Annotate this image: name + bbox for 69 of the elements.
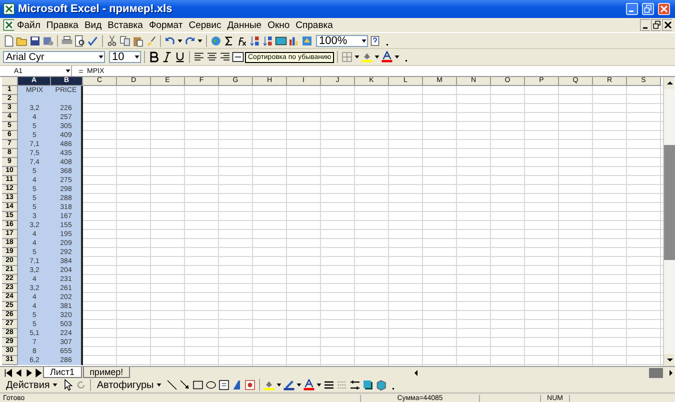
- menu-item[interactable]: Вид: [81, 20, 105, 30]
- zoom-dropdown[interactable]: 100%: [316, 34, 368, 46]
- undo-icon[interactable]: [164, 34, 176, 46]
- spreadsheet-icon: [3, 3, 15, 15]
- brush-icon[interactable]: [145, 34, 157, 46]
- restore-icon[interactable]: [651, 19, 661, 31]
- print-icon[interactable]: [61, 34, 73, 46]
- actions-button[interactable]: Действия: [3, 379, 61, 391]
- line-icon[interactable]: [166, 379, 178, 391]
- menu-item[interactable]: Окно: [264, 20, 293, 30]
- restore-icon[interactable]: [642, 3, 656, 15]
- sheet-tab[interactable]: пример!: [82, 367, 130, 378]
- font-dropdown[interactable]: Arial Cyr: [3, 51, 105, 63]
- folder-icon[interactable]: [16, 34, 28, 46]
- paste-icon[interactable]: [132, 34, 144, 46]
- help-icon[interactable]: [369, 34, 381, 46]
- align-left-icon[interactable]: [193, 51, 205, 63]
- close-icon[interactable]: [658, 3, 672, 15]
- sort-ascending-icon[interactable]: [249, 34, 261, 46]
- menu-item[interactable]: Данные: [224, 20, 265, 30]
- menu-item[interactable]: Сервис: [186, 20, 224, 30]
- menu-item[interactable]: Правка: [43, 20, 82, 30]
- new-file-icon[interactable]: [3, 34, 15, 46]
- save-icon[interactable]: [29, 34, 41, 46]
- cut-icon[interactable]: [106, 34, 118, 46]
- window-title: Microsoft Excel - пример!.xls: [18, 3, 174, 15]
- copy-icon[interactable]: [119, 34, 131, 46]
- minimize-icon[interactable]: [626, 3, 640, 15]
- fill-color-icon[interactable]: [361, 51, 374, 63]
- menu-item[interactable]: Справка: [292, 20, 336, 30]
- equals-sign: =: [78, 66, 84, 76]
- vertical-scrollbar[interactable]: [663, 77, 675, 366]
- sum-icon[interactable]: [223, 34, 235, 46]
- minimize-icon[interactable]: [640, 19, 650, 31]
- sort-descending-icon[interactable]: [262, 34, 274, 46]
- menu-item[interactable]: Файл: [14, 20, 44, 30]
- arrow-icon[interactable]: [178, 379, 191, 391]
- close-icon[interactable]: [662, 19, 672, 31]
- first-sheet-icon[interactable]: [3, 366, 12, 378]
- arrow-style-icon[interactable]: [348, 379, 361, 391]
- rectangle-icon[interactable]: [192, 379, 204, 391]
- align-right-icon[interactable]: [219, 51, 231, 63]
- line-color-icon[interactable]: [282, 379, 295, 391]
- fill-color-icon[interactable]: [262, 379, 275, 391]
- underline-icon[interactable]: [174, 51, 186, 63]
- sheet-tab[interactable]: Лист1: [43, 367, 82, 378]
- spelling-icon[interactable]: [87, 34, 99, 46]
- bold-icon[interactable]: [148, 51, 160, 63]
- menu-item[interactable]: Вставка: [104, 20, 146, 30]
- redo-icon[interactable]: [184, 34, 196, 46]
- preview-icon[interactable]: [74, 34, 86, 46]
- scroll-up-icon[interactable]: [664, 77, 674, 89]
- menu-item[interactable]: Формат: [146, 20, 186, 30]
- font-color-icon[interactable]: [381, 51, 394, 63]
- scrollbar-thumb[interactable]: [664, 145, 675, 260]
- scroll-down-icon[interactable]: [664, 354, 674, 366]
- scrollbar-thumb[interactable]: [649, 368, 663, 378]
- pointer-icon[interactable]: [62, 379, 74, 391]
- italic-icon[interactable]: [161, 51, 173, 63]
- function-icon[interactable]: [236, 34, 248, 46]
- oval-icon[interactable]: [204, 379, 217, 391]
- text-box-icon[interactable]: [218, 379, 230, 391]
- merge-cells-icon[interactable]: [232, 51, 244, 63]
- align-center-icon[interactable]: [206, 51, 218, 63]
- line-style-icon[interactable]: [322, 379, 335, 391]
- font-color-icon[interactable]: [302, 379, 315, 391]
- font-size-dropdown[interactable]: 10: [109, 51, 141, 63]
- autoshapes-button[interactable]: Автофигуры: [94, 379, 165, 391]
- shadow-icon[interactable]: [362, 379, 374, 391]
